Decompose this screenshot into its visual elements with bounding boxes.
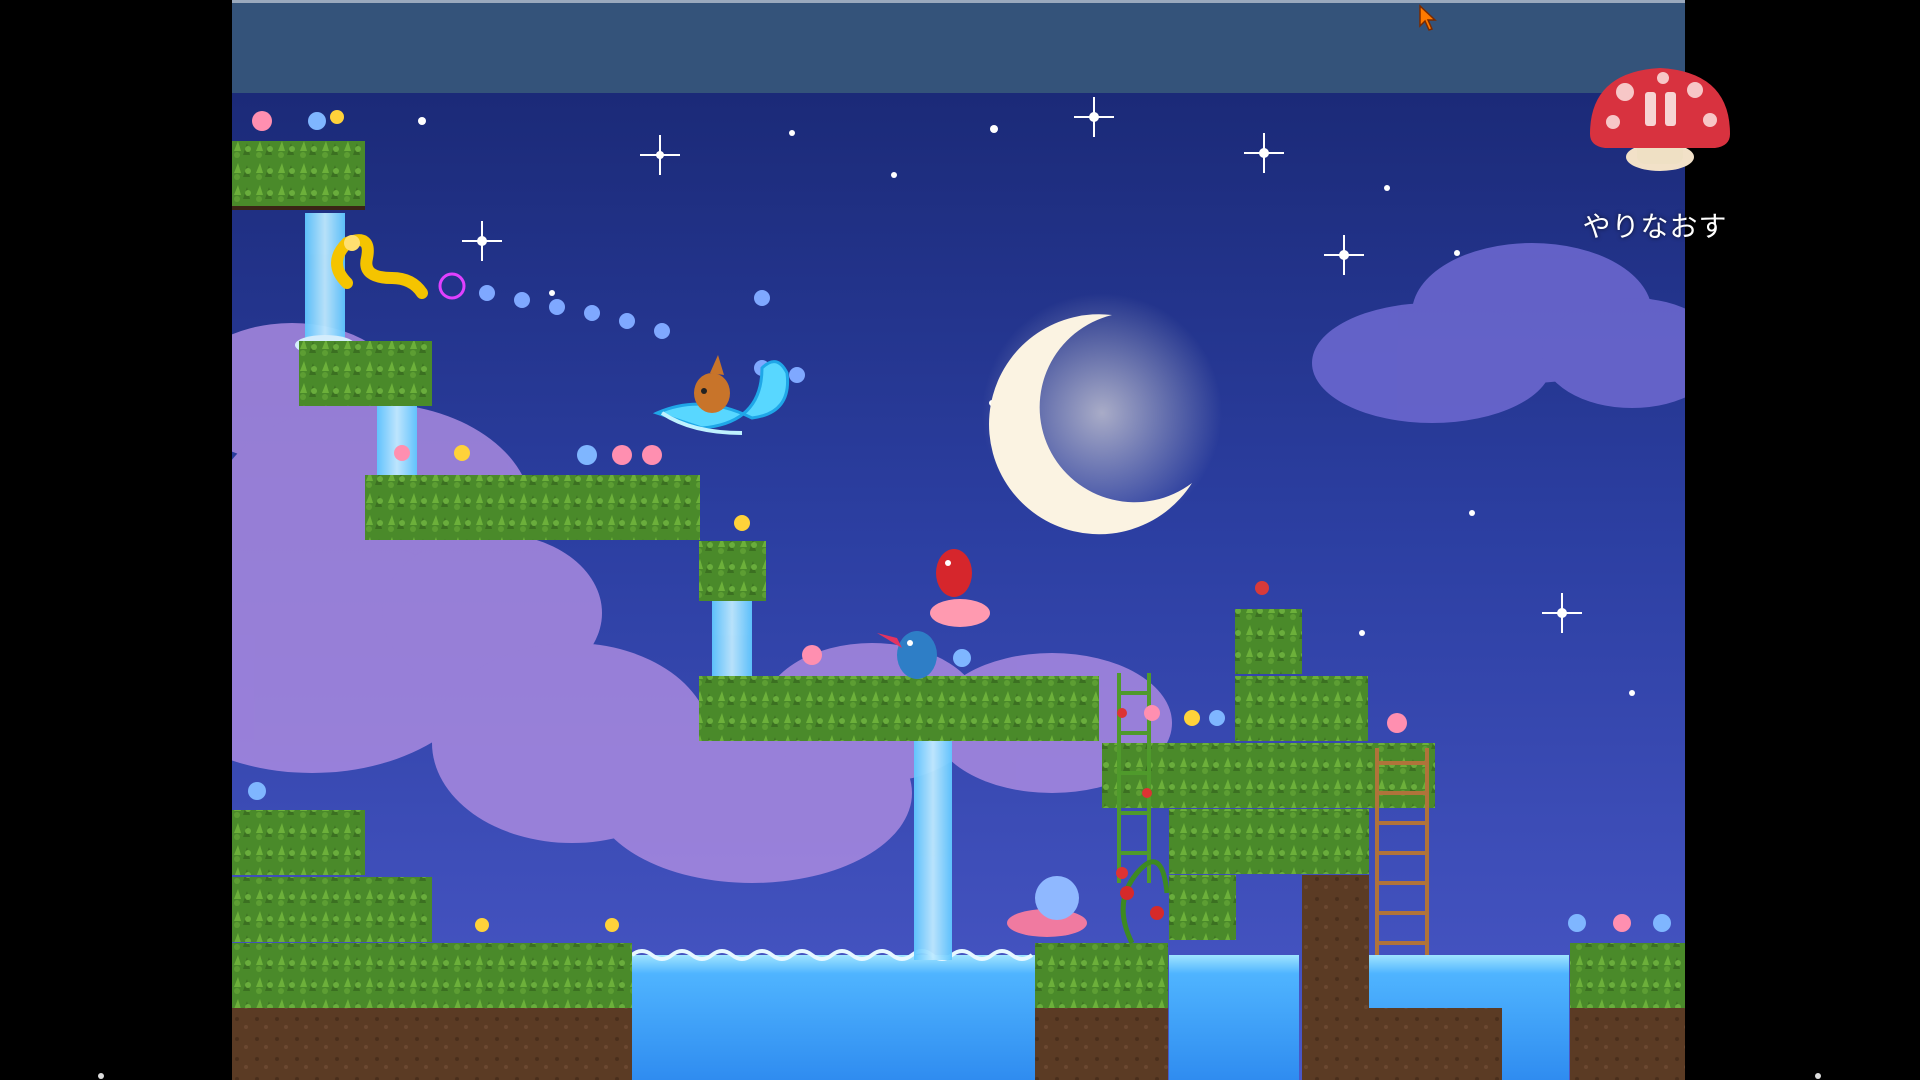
pause-button[interactable] xyxy=(1585,62,1735,174)
window-corner-right xyxy=(1815,1073,1821,1079)
game-scene[interactable] xyxy=(232,93,1685,1080)
retry-button[interactable]: やりなおす xyxy=(1560,205,1750,245)
cursor-arrow-icon xyxy=(1419,4,1437,31)
crescent-moon xyxy=(982,293,1222,535)
hud: やりなおす xyxy=(1560,62,1750,252)
pause-icon xyxy=(1590,68,1730,171)
window-corner-left xyxy=(98,1073,104,1079)
app-frame: やりなおす xyxy=(0,0,1920,1080)
game-window xyxy=(232,0,1685,1080)
top-bar xyxy=(232,0,1685,93)
